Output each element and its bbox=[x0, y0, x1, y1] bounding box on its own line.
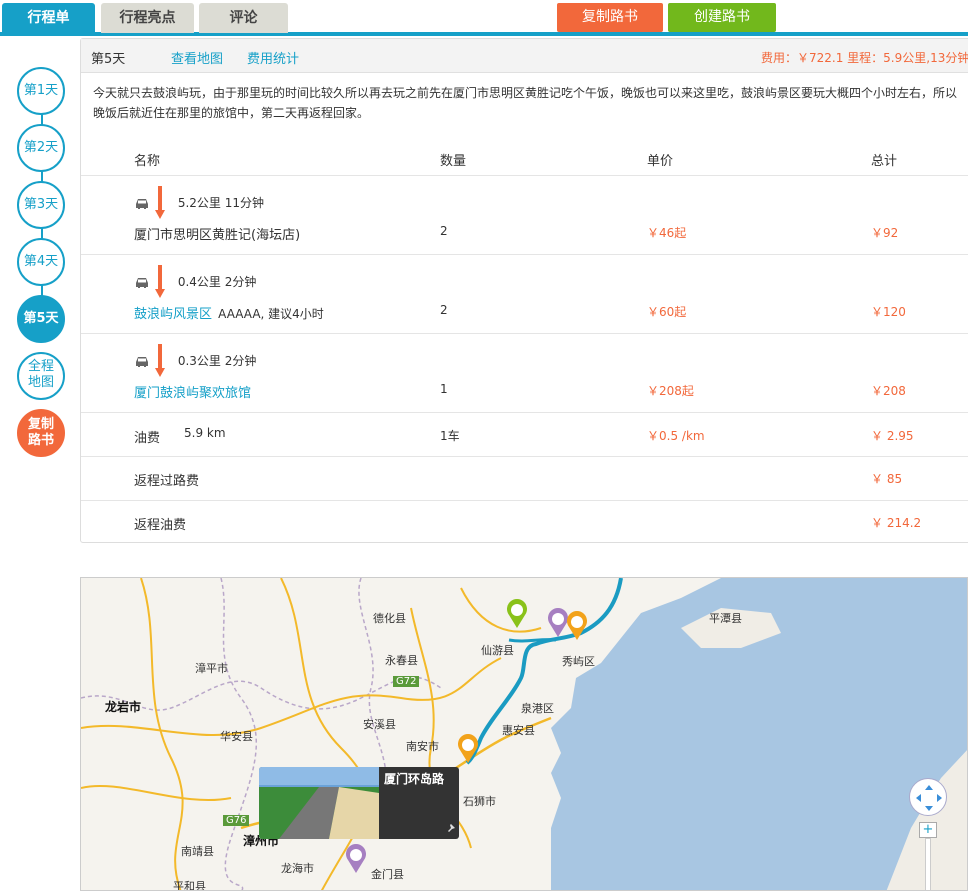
item-name: 厦门市思明区黄胜记(海坛店) bbox=[134, 228, 301, 243]
item-qty: 1 bbox=[440, 382, 448, 396]
map-label: 惠安县 bbox=[502, 724, 535, 737]
day-title: 第5天 bbox=[91, 52, 126, 67]
map-label: 华安县 bbox=[220, 730, 253, 743]
create-roadbook-button[interactable]: 创建路书 bbox=[668, 3, 776, 32]
header-qty: 数量 bbox=[440, 154, 467, 169]
transit-info: 0.3公里 2分钟 bbox=[134, 352, 256, 369]
item-price: ￥60起 bbox=[647, 305, 687, 319]
fuel-price: ￥0.5 /km bbox=[647, 429, 705, 443]
map-pan-control[interactable] bbox=[909, 778, 947, 816]
car-icon bbox=[136, 277, 148, 288]
zoom-in-button[interactable]: + bbox=[919, 822, 937, 838]
hotel-marker-icon[interactable] bbox=[457, 734, 479, 764]
map-road-sign: G72 bbox=[393, 676, 420, 687]
transit-text: 0.3公里 2分钟 bbox=[177, 354, 257, 368]
table-row: 0.4公里 2分钟 鼓浪屿风景区 AAAAA, 建议4小时 2 ￥60起 ￥12… bbox=[81, 255, 968, 334]
route-map[interactable]: 德化县 漳平市 永春县 仙游县 秀屿区 平潭县 龙岩市 G72 安溪县 泉港区 … bbox=[80, 577, 968, 891]
overview-map-label-1: 全程 bbox=[27, 359, 54, 374]
toll-label: 返程过路费 bbox=[134, 474, 200, 489]
panel-header: 第5天 查看地图 费用统计 费用：￥722.1 里程：5.9公里,13分钟 bbox=[81, 39, 968, 73]
item-total: ￥120 bbox=[871, 305, 906, 319]
table-row: 5.2公里 11分钟 厦门市思明区黄胜记(海坛店) 2 ￥46起 ￥92 bbox=[81, 176, 968, 255]
tab-itinerary[interactable]: 行程单 bbox=[2, 3, 95, 33]
map-label: 龙岩市 bbox=[105, 700, 142, 714]
top-tab-bar: 行程单 行程亮点 评论 复制路书 创建路书 bbox=[0, 0, 968, 36]
header-price: 单价 bbox=[647, 154, 674, 169]
map-label: 泉港区 bbox=[521, 702, 554, 715]
return-fuel-label: 返程油费 bbox=[134, 518, 187, 533]
zoom-slider[interactable] bbox=[925, 838, 931, 890]
table-header: 名称 数量 单价 总计 bbox=[81, 142, 968, 176]
map-label: 金门县 bbox=[371, 868, 404, 881]
map-label: 永春县 bbox=[385, 654, 418, 667]
map-label: 龙海市 bbox=[281, 862, 314, 875]
day-itinerary-panel: 第5天 查看地图 费用统计 费用：￥722.1 里程：5.9公里,13分钟 今天… bbox=[80, 38, 968, 543]
map-label: 仙游县 bbox=[481, 644, 514, 657]
tab-comments[interactable]: 评论 bbox=[199, 3, 288, 33]
transit-info: 5.2公里 11分钟 bbox=[134, 194, 264, 211]
day-4-button[interactable]: 第4天 bbox=[17, 238, 65, 286]
day-summary: 费用：￥722.1 里程：5.9公里,13分钟 bbox=[761, 51, 968, 65]
map-popup[interactable]: 厦门环岛路 bbox=[259, 767, 459, 839]
view-map-link[interactable]: 查看地图 bbox=[171, 48, 223, 67]
item-price: ￥46起 bbox=[647, 226, 687, 240]
copy-roadbook-side-button[interactable]: 复制 路书 bbox=[17, 409, 65, 457]
map-label: 南靖县 bbox=[181, 845, 214, 858]
transit-info: 0.4公里 2分钟 bbox=[134, 273, 256, 290]
item-name-wrapper: 鼓浪屿风景区 AAAAA, 建议4小时 bbox=[134, 303, 324, 322]
item-total: ￥208 bbox=[871, 384, 906, 398]
overview-map-label-2: 地图 bbox=[27, 375, 54, 390]
map-label: 德化县 bbox=[373, 612, 406, 625]
transit-text: 0.4公里 2分钟 bbox=[177, 275, 257, 289]
item-extra: AAAAA, 建议4小时 bbox=[218, 307, 324, 321]
fuel-total: ￥ 2.95 bbox=[871, 429, 914, 443]
day-2-button[interactable]: 第2天 bbox=[17, 124, 65, 172]
hotel-marker-icon[interactable] bbox=[566, 611, 588, 641]
pin-icon[interactable] bbox=[445, 823, 457, 835]
copy-label-2: 路书 bbox=[27, 433, 54, 448]
map-label: 平潭县 bbox=[709, 612, 742, 625]
car-icon bbox=[136, 198, 148, 209]
map-label: 秀屿区 bbox=[562, 655, 595, 668]
day-3-button[interactable]: 第3天 bbox=[17, 181, 65, 229]
tab-highlights[interactable]: 行程亮点 bbox=[101, 3, 194, 33]
overview-map-button[interactable]: 全程 地图 bbox=[17, 352, 65, 400]
header-name: 名称 bbox=[134, 154, 161, 169]
copy-roadbook-button[interactable]: 复制路书 bbox=[557, 3, 663, 32]
day-5-button[interactable]: 第5天 bbox=[17, 295, 65, 343]
map-label: 漳平市 bbox=[195, 662, 228, 675]
toll-total: ￥ 85 bbox=[871, 472, 903, 486]
popup-title: 厦门环岛路 bbox=[384, 772, 445, 786]
map-label: 平和县 bbox=[173, 880, 206, 891]
item-name-link[interactable]: 鼓浪屿风景区 bbox=[134, 307, 212, 322]
day-1-button[interactable]: 第1天 bbox=[17, 67, 65, 115]
fuel-label: 油费 bbox=[134, 431, 161, 446]
car-icon bbox=[136, 356, 148, 367]
item-qty: 2 bbox=[440, 224, 448, 238]
item-qty: 2 bbox=[440, 303, 448, 317]
map-label: 安溪县 bbox=[363, 718, 396, 731]
table-row: 0.3公里 2分钟 厦门鼓浪屿聚欢旅馆 1 ￥208起 ￥208 bbox=[81, 334, 968, 413]
header-total: 总计 bbox=[871, 154, 898, 169]
toll-row: 返程过路费 ￥ 85 bbox=[81, 457, 968, 501]
return-fuel-total: ￥ 214.2 bbox=[871, 516, 922, 530]
cost-stats-link[interactable]: 费用统计 bbox=[247, 48, 299, 67]
item-name-link[interactable]: 厦门鼓浪屿聚欢旅馆 bbox=[134, 382, 251, 401]
fuel-distance: 5.9 km bbox=[184, 426, 226, 440]
map-road-sign: G76 bbox=[223, 815, 250, 826]
map-label: 石狮市 bbox=[463, 795, 496, 808]
copy-label-1: 复制 bbox=[27, 417, 54, 432]
map-label: 南安市 bbox=[406, 740, 439, 753]
return-fuel-row: 返程油费 ￥ 214.2 bbox=[81, 501, 968, 543]
day-navigation: 第1天 第2天 第3天 第4天 第5天 全程 地图 复制 路书 bbox=[0, 40, 80, 480]
day-description: 今天就只去鼓浪屿玩，由于那里玩的时间比较久所以再去玩之前先在厦门市思明区黄胜记吃… bbox=[93, 86, 958, 120]
fuel-row: 油费 5.9 km 1车 ￥0.5 /km ￥ 2.95 bbox=[81, 413, 968, 457]
transit-text: 5.2公里 11分钟 bbox=[177, 196, 264, 210]
item-price: ￥208起 bbox=[647, 384, 694, 398]
scenic-marker-icon[interactable] bbox=[506, 599, 528, 629]
fuel-qty: 1车 bbox=[440, 429, 460, 443]
item-total: ￥92 bbox=[871, 226, 899, 240]
popup-photo bbox=[259, 767, 379, 839]
food-marker-icon[interactable] bbox=[345, 844, 367, 874]
